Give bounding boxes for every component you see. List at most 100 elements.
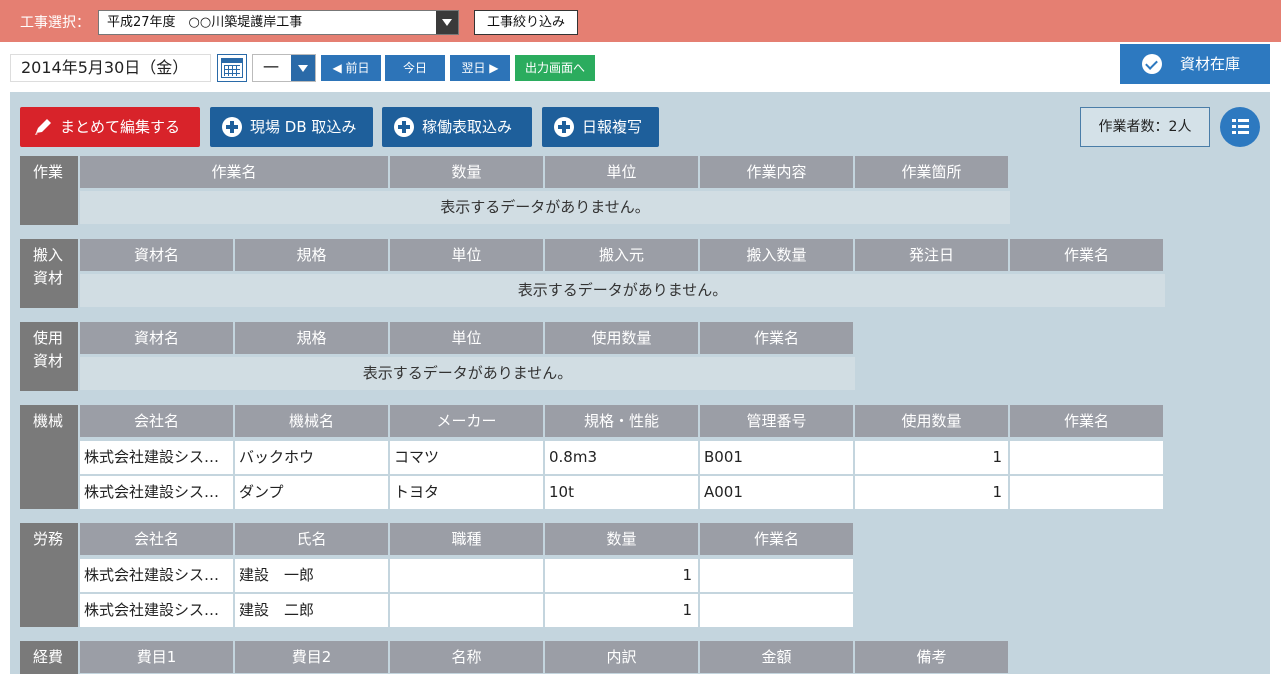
copy-report-label: 日報複写 [582, 118, 643, 136]
column-header: 会社名 [80, 405, 233, 437]
material-stock-button[interactable]: 資材在庫 [1120, 44, 1270, 84]
column-header: 金額 [700, 641, 853, 673]
material-stock-label: 資材在庫 [1180, 55, 1241, 73]
date-field[interactable]: 2014年5月30日（金） [10, 54, 211, 82]
import-db-button[interactable]: 現場 DB 取込み [210, 107, 373, 147]
list-menu-icon[interactable] [1220, 107, 1260, 147]
table-cell[interactable]: 建設 一郎 [235, 559, 388, 592]
column-header: 単位 [390, 322, 543, 354]
column-header: 機械名 [235, 405, 388, 437]
copy-report-button[interactable]: 日報複写 [542, 107, 659, 147]
table-cell[interactable] [390, 559, 543, 592]
table-cell[interactable]: コマツ [390, 441, 543, 474]
pencil-icon [35, 119, 51, 135]
column-header: 単位 [390, 239, 543, 271]
plus-circle-icon [394, 117, 414, 137]
import-operation-button[interactable]: 稼働表取込み [382, 107, 532, 147]
table-cell[interactable]: ダンプ [235, 476, 388, 509]
table-cell[interactable]: 1 [855, 441, 1008, 474]
table-cell[interactable]: 株式会社建設シス… [80, 594, 233, 627]
table-cell[interactable]: 1 [545, 559, 698, 592]
chevron-down-icon[interactable] [436, 11, 458, 34]
plus-circle-icon [222, 117, 242, 137]
column-header: 名称 [390, 641, 543, 673]
column-header: 氏名 [235, 523, 388, 555]
import-operation-label: 稼働表取込み [422, 118, 513, 136]
column-header: 会社名 [80, 523, 233, 555]
table-cell[interactable]: B001 [700, 441, 853, 474]
column-header: 作業名 [80, 156, 388, 188]
column-header: 資材名 [80, 322, 233, 354]
column-header: 職種 [390, 523, 543, 555]
table-cell[interactable]: 1 [855, 476, 1008, 509]
table-cell[interactable] [700, 594, 853, 627]
empty-message: 表示するデータがありません。 [80, 191, 1010, 224]
output-screen-button[interactable]: 出力画面へ [515, 55, 595, 81]
column-header: 数量 [545, 523, 698, 555]
table-cell[interactable]: 0.8m3 [545, 441, 698, 474]
today-button[interactable]: 今日 [385, 55, 445, 81]
column-header: 費目2 [235, 641, 388, 673]
column-header: 使用数量 [855, 405, 1008, 437]
shift-select-value: 一 [263, 58, 280, 77]
column-header: 規格 [235, 322, 388, 354]
empty-message: 表示するデータがありません。 [80, 357, 855, 390]
column-header: 発注日 [855, 239, 1008, 271]
material-use-section-label: 使用 資材 [20, 322, 78, 391]
expense-section-label: 経費 [20, 641, 78, 674]
work-section-label: 作業 [20, 156, 78, 225]
table-cell[interactable] [390, 594, 543, 627]
column-header: 作業名 [700, 322, 853, 354]
column-header: 作業名 [1010, 405, 1163, 437]
column-header: 使用数量 [545, 322, 698, 354]
prev-day-button[interactable]: ◀ 前日 [321, 55, 381, 81]
plus-circle-icon [554, 117, 574, 137]
table-cell[interactable] [700, 559, 853, 592]
column-header: 数量 [390, 156, 543, 188]
table-cell[interactable]: 1 [545, 594, 698, 627]
column-header: 単位 [545, 156, 698, 188]
machine-section-label: 機械 [20, 405, 78, 509]
project-filter-button[interactable]: 工事絞り込み [474, 10, 578, 35]
column-header: 作業名 [700, 523, 853, 555]
column-header: 備考 [855, 641, 1008, 673]
material-in-section-label: 搬入 資材 [20, 239, 78, 308]
table-cell[interactable]: バックホウ [235, 441, 388, 474]
table-cell[interactable]: 10t [545, 476, 698, 509]
column-header: 搬入元 [545, 239, 698, 271]
next-day-button[interactable]: 翌日 ▶ [450, 55, 510, 81]
edit-all-label: まとめて編集する [60, 118, 181, 136]
check-circle-icon [1142, 54, 1162, 74]
project-select[interactable]: 平成27年度 ○○川築堤護岸工事 [98, 10, 459, 35]
chevron-down-icon[interactable] [291, 55, 315, 81]
workers-count: 作業者数：2人 [1080, 107, 1210, 147]
shift-select[interactable]: 一 [252, 54, 316, 82]
table-cell[interactable]: 株式会社建設シス… [80, 559, 233, 592]
column-header: 作業名 [1010, 239, 1163, 271]
project-bar: 工事選択： 平成27年度 ○○川築堤護岸工事 工事絞り込み [0, 0, 1281, 42]
calendar-icon[interactable] [217, 54, 247, 82]
column-header: 規格・性能 [545, 405, 698, 437]
column-header: 規格 [235, 239, 388, 271]
table-cell[interactable]: 株式会社建設シス… [80, 476, 233, 509]
labor-section-label: 労務 [20, 523, 78, 627]
import-db-label: 現場 DB 取込み [250, 118, 357, 136]
column-header: 内訳 [545, 641, 698, 673]
column-header: 搬入数量 [700, 239, 853, 271]
column-header: 作業箇所 [855, 156, 1008, 188]
column-header: 費目1 [80, 641, 233, 673]
project-label: 工事選択： [20, 15, 90, 31]
table-cell[interactable]: A001 [700, 476, 853, 509]
column-header: メーカー [390, 405, 543, 437]
empty-message: 表示するデータがありません。 [80, 274, 1165, 307]
table-cell[interactable] [1010, 441, 1163, 474]
edit-all-button[interactable]: まとめて編集する [20, 107, 200, 147]
column-header: 管理番号 [700, 405, 853, 437]
table-cell[interactable]: トヨタ [390, 476, 543, 509]
table-cell[interactable] [1010, 476, 1163, 509]
table-cell[interactable]: 建設 二郎 [235, 594, 388, 627]
column-header: 資材名 [80, 239, 233, 271]
table-cell[interactable]: 株式会社建設シス… [80, 441, 233, 474]
project-select-value: 平成27年度 ○○川築堤護岸工事 [107, 15, 303, 30]
column-header: 作業内容 [700, 156, 853, 188]
